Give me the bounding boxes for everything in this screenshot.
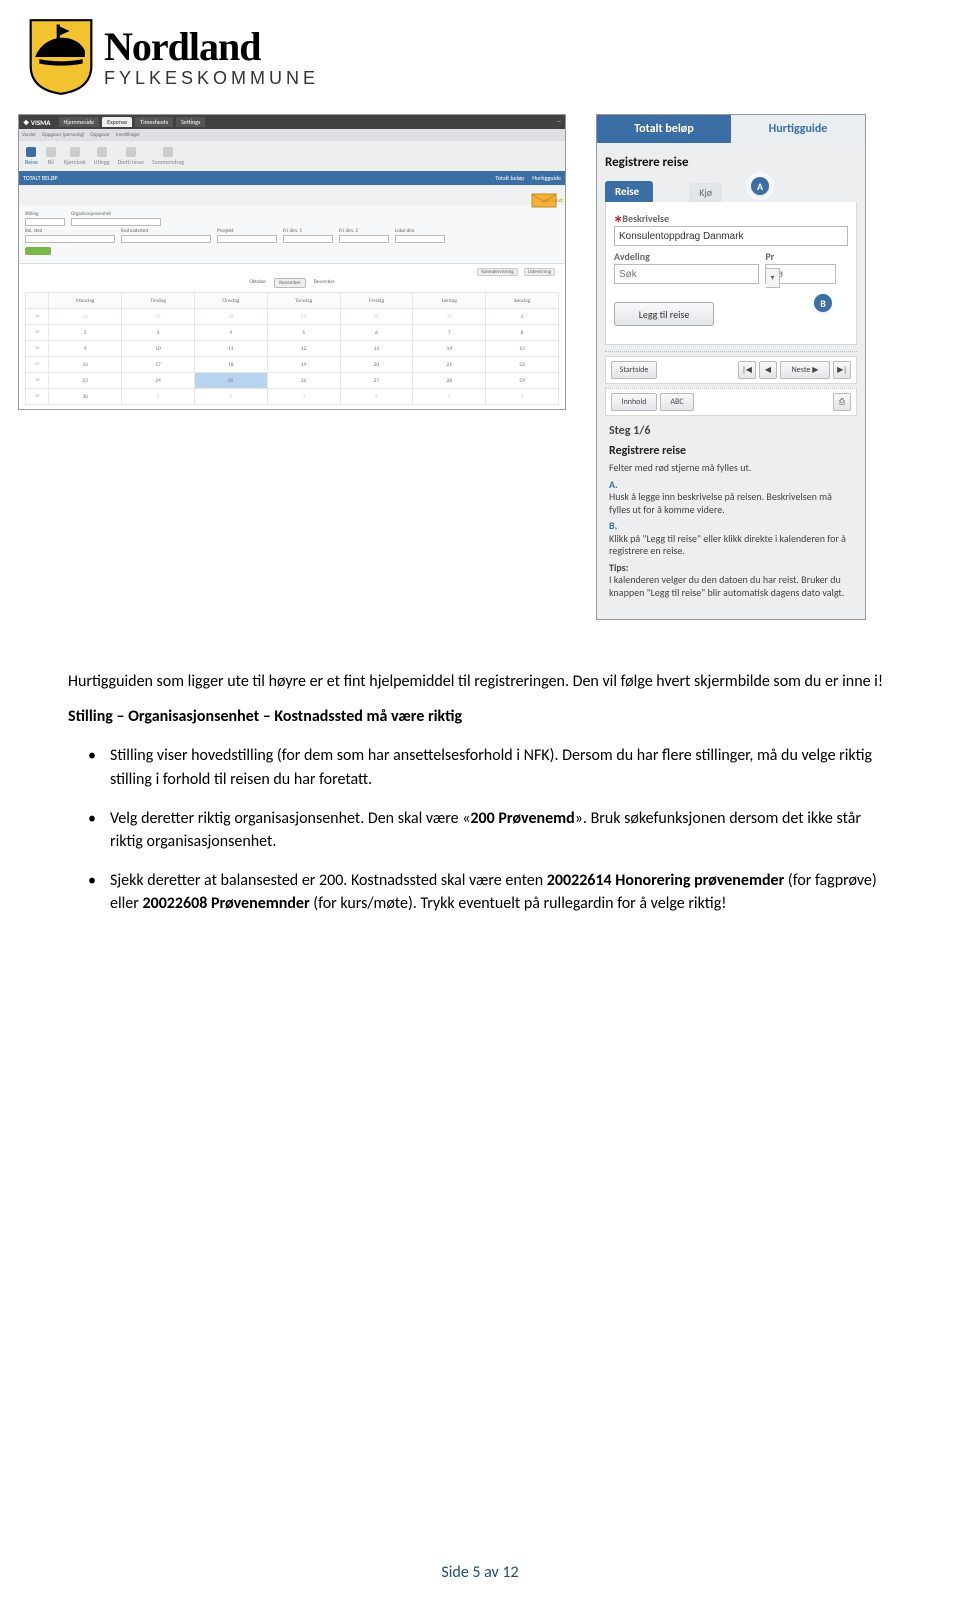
sub-tab-reise[interactable]: Reise <box>605 181 653 202</box>
dropdown-icon[interactable]: ▾ <box>766 268 780 288</box>
btn-last[interactable]: ▶| <box>833 361 851 379</box>
lbl-lokal: Lokal dim <box>395 228 445 234</box>
step-indicator: Steg 1/6 <box>609 424 853 438</box>
btn-innhold[interactable]: Innhold <box>611 393 657 411</box>
lbl-beskrivelse: ∗Beskrivelse <box>614 212 848 225</box>
inp-beskrivelse[interactable] <box>614 226 848 246</box>
sent-status: Ikke sendt <box>542 198 563 204</box>
page-footer: Side 5 av 12 <box>0 1563 960 1582</box>
brand-name: Nordland <box>104 27 319 67</box>
document-body: Hurtigguiden som ligger ute til høyre er… <box>0 638 960 916</box>
mode-bil[interactable]: Bil <box>46 147 56 166</box>
top-tab-home[interactable]: Hjemmeside <box>59 117 100 127</box>
tab-totalt-belop[interactable]: Totalt beløp <box>597 115 731 143</box>
inp-avdeling[interactable] <box>614 264 759 284</box>
lbl-avdeling: Avdeling <box>614 250 759 263</box>
legg-til-reise-chip[interactable] <box>25 247 51 255</box>
btn-hurtigguide[interactable]: Hurtigguide <box>532 174 561 182</box>
lbl-fri1: Fri dim. 1 <box>283 228 333 234</box>
hurtigguide-panel: Totalt beløp Hurtigguide Registrere reis… <box>596 114 866 620</box>
app-screenshot: ❖ VISMA Hjemmeside Expense Timesheets Se… <box>18 114 566 410</box>
bullet-1: Stilling viser hovedstilling (for dem so… <box>68 744 892 790</box>
mode-reise[interactable]: Reise <box>25 147 38 166</box>
tips-label: Tips: <box>609 561 628 574</box>
lbl-pr: Pr <box>765 250 835 263</box>
brand-subtitle: FYLKESKOMMUNE <box>104 69 319 87</box>
btn-next[interactable]: Neste ▶ <box>780 361 830 379</box>
guide-heading: Registrere reise <box>605 155 857 170</box>
section-a-label: A. <box>609 478 618 491</box>
mode-utlegg[interactable]: Utlegg <box>94 147 110 166</box>
top-tab-expense[interactable]: Expense <box>102 117 132 127</box>
bullet-2: Velg deretter riktig organisasjonsenhet.… <box>68 807 892 853</box>
calendar-grid[interactable]: MandagTirsdag OnsdagTorsdag FredagLørdag… <box>25 292 559 405</box>
section-a-text: Husk å legge inn beskrivelse på reisen. … <box>609 490 832 516</box>
total-label: TOTALT BELØP <box>23 174 58 182</box>
vendor-logo: ❖ VISMA <box>23 118 51 127</box>
btn-totalt[interactable]: Totalt beløp <box>495 174 524 182</box>
guide-subtitle: Registrere reise <box>609 444 853 458</box>
lbl-fri2: Fri dim. 2 <box>339 228 389 234</box>
callout-b: B <box>814 294 832 312</box>
subtab[interactable]: Oppgaver (personlig) <box>42 132 84 138</box>
inp-kostnad[interactable] <box>121 235 211 243</box>
cal-view-calendar[interactable]: Kalendervisning <box>477 268 517 276</box>
tab-hurtigguide[interactable]: Hurtigguide <box>731 115 865 143</box>
btn-startside[interactable]: Startside <box>611 361 657 379</box>
mode-diett[interactable]: Diett/nisse <box>118 147 144 166</box>
subtab[interactable]: Oppgaver <box>90 132 110 138</box>
user-info: — <box>556 119 561 125</box>
mode-kjorebok[interactable]: Kjørebok <box>64 147 86 166</box>
btn-legg-til-reise[interactable]: Legg til reise <box>614 302 714 326</box>
brand-header: Nordland FYLKESKOMMUNE <box>0 0 960 108</box>
bullet-3: Sjekk deretter at balansested er 200. Ko… <box>68 869 892 915</box>
section-b-text: Klikk på "Legg til reise" eller klikk di… <box>609 532 846 558</box>
top-tab-timesheets[interactable]: Timesheets <box>135 117 173 127</box>
lbl-prosjekt: Prosjekt <box>217 228 277 234</box>
callout-a: A <box>751 177 769 195</box>
inp-prosjekt[interactable] <box>217 235 277 243</box>
lbl-balsted: Bal. sted <box>25 228 115 234</box>
mode-sammendrag[interactable]: Sammendrag <box>152 147 184 166</box>
inp-fri1[interactable] <box>283 235 333 243</box>
section-b-label: B. <box>609 519 617 532</box>
inp-org[interactable] <box>71 218 161 226</box>
lbl-org: Organisasjonsenhet <box>71 211 161 217</box>
cal-view-list[interactable]: Listevisning <box>524 268 555 276</box>
subtab[interactable]: Innstillinger <box>116 132 140 138</box>
doc-intro: Hurtigguiden som ligger ute til høyre er… <box>68 670 892 693</box>
month-prev[interactable]: Oktober <box>246 278 271 288</box>
month-current[interactable]: November <box>274 278 305 288</box>
btn-prev[interactable]: ◀ <box>759 361 777 379</box>
btn-first[interactable]: |◀ <box>738 361 756 379</box>
lbl-stilling: Stilling <box>25 211 65 217</box>
doc-heading: Stilling – Organisasjonsenhet – Kostnads… <box>68 705 892 728</box>
sub-tab-kjo[interactable]: Kjø <box>689 183 722 202</box>
btn-print-icon[interactable]: ⎙ <box>833 393 851 411</box>
lbl-kostnad: Kostnadssted <box>121 228 211 234</box>
subtab[interactable]: Varsler <box>22 132 36 138</box>
tips-text: I kalenderen velger du den datoen du har… <box>609 573 844 599</box>
btn-abc[interactable]: ABC <box>660 393 694 411</box>
top-tab-settings[interactable]: Settings <box>176 117 205 127</box>
shield-logo <box>28 18 94 96</box>
inp-stilling[interactable] <box>25 218 65 226</box>
inp-lokal[interactable] <box>395 235 445 243</box>
month-next[interactable]: Desember <box>310 278 339 288</box>
inp-balsted[interactable] <box>25 235 115 243</box>
inp-fri2[interactable] <box>339 235 389 243</box>
guide-intro: Felter med rød stjerne må fylles ut. <box>609 462 853 475</box>
